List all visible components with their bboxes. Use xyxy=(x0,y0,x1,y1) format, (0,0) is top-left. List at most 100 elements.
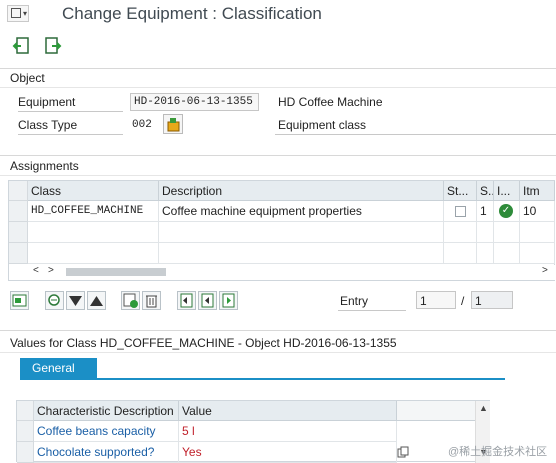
status-checkbox[interactable] xyxy=(455,206,466,217)
equipment-field[interactable]: HD-2016-06-13-1355 xyxy=(130,93,259,111)
delete-button[interactable] xyxy=(142,291,161,310)
insert-row-button[interactable] xyxy=(121,291,140,310)
scroll-up-icon[interactable]: ▲ xyxy=(479,403,488,413)
trash-icon xyxy=(146,295,157,308)
divider xyxy=(0,330,556,331)
empty-cell xyxy=(159,222,444,243)
class-type-field[interactable]: 002 xyxy=(132,119,152,131)
scroll-right-icon[interactable]: > xyxy=(48,265,54,276)
column-header-description[interactable]: Description xyxy=(159,181,444,201)
horizontal-scrollbar[interactable]: < > > xyxy=(28,265,555,280)
status-cell xyxy=(444,201,477,222)
divider xyxy=(0,87,556,88)
scroll-end-icon[interactable]: > xyxy=(542,265,548,276)
characteristic-cell[interactable]: Chocolate supported? xyxy=(34,442,179,463)
divider xyxy=(0,352,556,353)
forward-icon[interactable] xyxy=(43,36,63,56)
empty-cell xyxy=(159,243,444,264)
menu-icon xyxy=(11,8,21,18)
column-header-status[interactable]: St... xyxy=(444,181,477,201)
empty-cell xyxy=(494,222,520,243)
chevron-down-icon: ▾ xyxy=(23,9,28,18)
label-underline xyxy=(18,111,123,112)
empty-cell xyxy=(520,243,555,264)
value-cell[interactable]: Yes xyxy=(179,442,397,463)
empty-cell xyxy=(444,243,477,264)
characteristics-table: Characteristic Description Value Coffee … xyxy=(16,400,490,463)
label-underline xyxy=(275,134,556,135)
select-all-cell[interactable] xyxy=(9,181,28,201)
entry-separator: / xyxy=(461,294,465,308)
empty-cell xyxy=(28,243,159,264)
row-selector[interactable] xyxy=(17,421,34,442)
values-section-title: Values for Class HD_COFFEE_MACHINE - Obj… xyxy=(10,336,397,350)
scroll-left-icon[interactable]: < xyxy=(33,265,39,276)
triangle-up-icon xyxy=(90,296,103,306)
next-page-button[interactable] xyxy=(219,291,238,310)
toolbar xyxy=(0,28,556,64)
next-page-icon xyxy=(222,293,235,308)
page-title: Change Equipment : Classification xyxy=(62,4,322,23)
row-selector[interactable] xyxy=(17,442,34,463)
row-selector[interactable] xyxy=(9,201,28,222)
select-all-cell[interactable] xyxy=(17,401,34,421)
empty-cell xyxy=(444,222,477,243)
copy-icon[interactable] xyxy=(397,446,409,458)
watermark: @稀土掘金技术社区 xyxy=(448,446,548,458)
menu-button[interactable]: ▾ xyxy=(7,5,29,22)
scrollbar-thumb[interactable] xyxy=(66,268,166,276)
first-page-icon xyxy=(180,293,193,308)
column-header-class[interactable]: Class xyxy=(28,181,159,201)
details-button[interactable] xyxy=(10,291,29,310)
first-page-button[interactable] xyxy=(177,291,196,310)
assignments-section-title: Assignments xyxy=(10,159,79,173)
entry-label: Entry xyxy=(340,294,369,308)
equipment-label: Equipment xyxy=(18,95,76,109)
label-underline xyxy=(338,310,406,311)
value-help-icon xyxy=(167,118,180,132)
class-type-label: Class Type xyxy=(18,118,78,132)
empty-cell xyxy=(520,222,555,243)
empty-cell xyxy=(494,243,520,264)
empty-cell xyxy=(477,243,494,264)
value-help-button[interactable] xyxy=(163,114,183,134)
insert-row-icon xyxy=(123,293,138,308)
entry-input[interactable]: 1 xyxy=(416,291,456,309)
value-cell[interactable]: 5 l xyxy=(179,421,397,442)
move-up-button[interactable] xyxy=(87,291,106,310)
previous-page-icon xyxy=(201,293,214,308)
description-cell: Coffee machine equipment properties xyxy=(159,201,444,222)
divider xyxy=(0,68,556,69)
s-cell: 1 xyxy=(477,201,494,222)
row-selector[interactable] xyxy=(9,222,28,243)
divider xyxy=(0,155,556,156)
divider xyxy=(0,175,556,176)
triangle-down-icon xyxy=(69,296,82,306)
title-bar: ▾ Change Equipment : Classification xyxy=(0,0,556,28)
row-selector[interactable] xyxy=(9,243,28,264)
column-header-item[interactable]: Itm xyxy=(520,181,555,201)
i-cell: ✓ xyxy=(494,201,520,222)
class-cell[interactable]: HD_COFFEE_MACHINE xyxy=(28,201,159,222)
column-header-characteristic[interactable]: Characteristic Description xyxy=(34,401,179,421)
tab-general[interactable]: General xyxy=(20,358,97,378)
column-header-value[interactable]: Value xyxy=(179,401,397,421)
zoom-icon xyxy=(48,294,60,306)
column-header-s[interactable]: S... xyxy=(477,181,494,201)
column-header-i[interactable]: I... xyxy=(494,181,520,201)
checkmark-icon: ✓ xyxy=(499,204,513,218)
equipment-description: HD Coffee Machine xyxy=(278,95,383,109)
back-icon[interactable] xyxy=(12,36,32,56)
characteristic-cell[interactable]: Coffee beans capacity xyxy=(34,421,179,442)
tab-underline xyxy=(20,378,505,380)
details-icon xyxy=(12,294,27,307)
label-underline xyxy=(18,134,123,135)
entry-total: 1 xyxy=(471,291,513,309)
move-down-button[interactable] xyxy=(66,291,85,310)
zoom-button[interactable] xyxy=(45,291,64,310)
assignments-table: Class Description St... S... I... Itm HD… xyxy=(8,180,555,281)
item-cell: 10 xyxy=(520,201,555,222)
class-type-description: Equipment class xyxy=(278,118,367,132)
previous-page-button[interactable] xyxy=(198,291,217,310)
empty-cell xyxy=(28,222,159,243)
